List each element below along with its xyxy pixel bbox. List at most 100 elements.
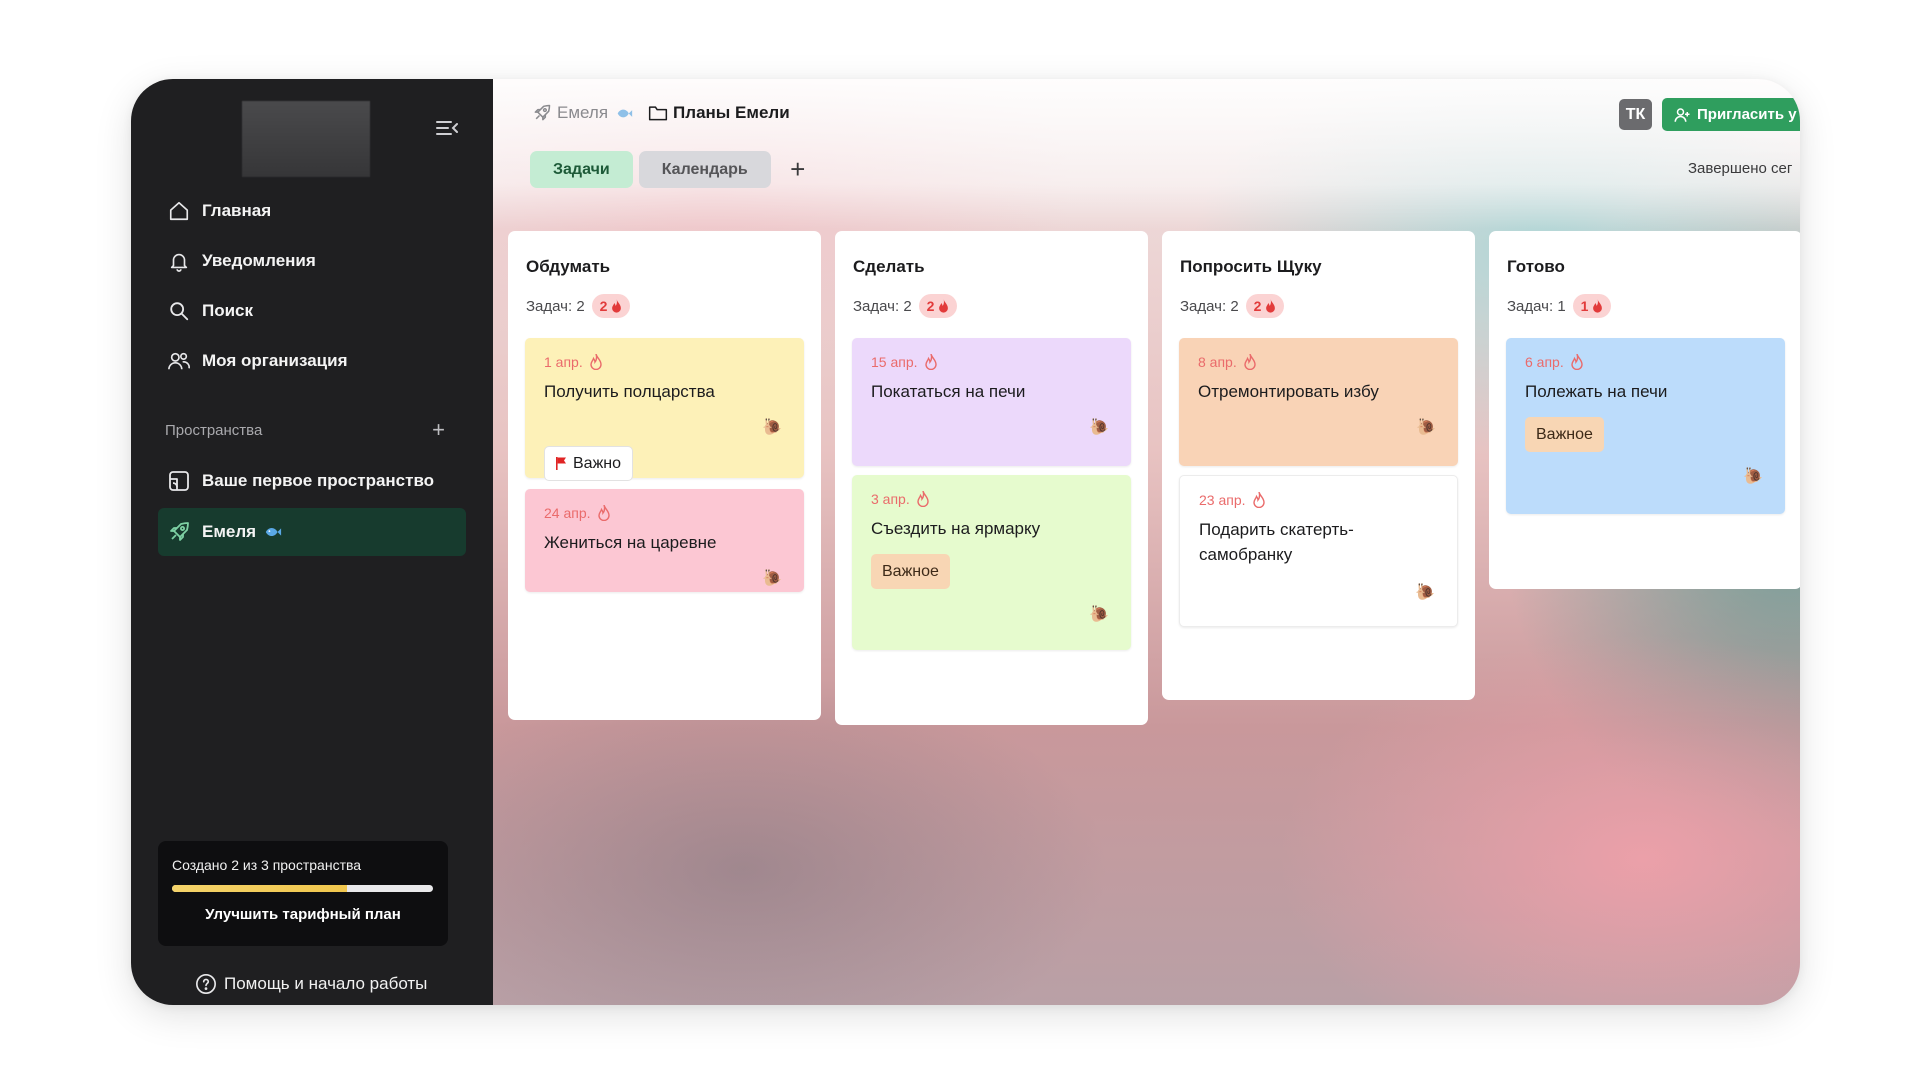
snail-icon: 🐌 [1415, 584, 1435, 601]
invite-button[interactable]: Пригласить у [1662, 98, 1800, 131]
home-icon [166, 198, 192, 224]
fire-icon [924, 354, 937, 370]
card-title: Получить полцарства [544, 382, 715, 401]
help-label: Помощь и начало работы [224, 974, 428, 993]
card-date: 6 апр. [1525, 354, 1766, 370]
task-card[interactable]: 6 апр. Полежать на печи Важное 🐌 [1506, 338, 1785, 514]
column-count: Задач: 2 2 [853, 294, 1131, 318]
invite-label: Пригласить у [1697, 106, 1797, 123]
card-date: 15 апр. [871, 354, 1112, 370]
sidebar-item-search[interactable]: Поиск [157, 286, 467, 336]
column-title: Готово [1507, 257, 1565, 276]
sidebar-item-first-space[interactable]: Ваше первое пространство [158, 457, 466, 505]
column-poprosit-shchuku: Попросить Щуку Задач: 2 2 8 апр. Отремон… [1162, 231, 1475, 700]
sidebar-item-emelya[interactable]: Емеля [158, 508, 466, 556]
card-date: 1 апр. [544, 354, 785, 370]
sidebar-item-label: Уведомления [202, 251, 316, 270]
add-user-icon [1673, 106, 1691, 124]
fire-icon [938, 299, 949, 313]
snail-icon: 🐌 [762, 419, 782, 436]
space-label: Ваше первое пространство [202, 471, 435, 490]
spaces-list: Ваше первое пространство Емеля [158, 457, 466, 559]
card-date: 8 апр. [1198, 354, 1439, 370]
search-icon [166, 298, 192, 324]
task-card[interactable]: 8 апр. Отремонтировать избу 🐌 [1179, 338, 1458, 466]
rocket-icon [166, 519, 192, 545]
card-title: Отремонтировать избу [1198, 382, 1379, 401]
collapse-sidebar-icon[interactable] [433, 114, 461, 142]
rocket-icon [531, 102, 553, 124]
task-card[interactable]: 15 апр. Покататься на печи 🐌 [852, 338, 1131, 466]
column-count: Задач: 2 2 [1180, 294, 1458, 318]
help-link[interactable]: Помощь и начало работы [194, 972, 427, 996]
urgent-badge: 2 [1245, 294, 1285, 318]
tab-calendar[interactable]: Календарь [638, 151, 771, 188]
card-date: 23 апр. [1199, 492, 1438, 508]
column-obdumat: Обдумать Задач: 2 2 1 апр. Получить полц… [508, 231, 821, 720]
task-card[interactable]: 1 апр. Получить полцарства 🐌 Важно [525, 338, 804, 481]
column-count: Задач: 2 2 [526, 294, 804, 318]
card-date: 3 апр. [871, 491, 1112, 507]
urgent-count: 2 [1253, 298, 1262, 314]
urgent-badge: 2 [918, 294, 958, 318]
avatar[interactable]: ТК [1619, 99, 1652, 130]
sidebar-item-label: Моя организация [202, 351, 348, 370]
card-title: Полежать на печи [1525, 382, 1668, 401]
card-title: Подарить скатерть-самобранку [1199, 520, 1354, 564]
app-window: Главная Уведомления Поиск Моя организаци… [131, 79, 1800, 1005]
breadcrumb-space[interactable]: Емеля [531, 102, 633, 124]
fire-icon [1252, 492, 1265, 508]
card-title: Жениться на царевне [544, 533, 717, 552]
fire-icon [1592, 299, 1603, 313]
plan-progress-fill [172, 885, 347, 892]
urgent-badge: 2 [591, 294, 631, 318]
view-tabs: Задачи Календарь + [530, 151, 813, 188]
breadcrumb: Емеля Планы Емели [531, 102, 790, 124]
column-title: Попросить Щуку [1180, 257, 1322, 276]
priority-tag: Важно [544, 446, 634, 481]
status-text: Завершено сег [1688, 160, 1793, 177]
space-icon [166, 468, 192, 494]
sidebar-item-organization[interactable]: Моя организация [157, 336, 467, 386]
fire-icon [1244, 354, 1256, 370]
add-space-icon[interactable]: + [432, 419, 445, 441]
spaces-header: Пространства + [165, 419, 445, 441]
main-area: Емеля Планы Емели ТК Пригласить у Задачи… [493, 79, 1800, 1005]
task-count: Задач: 2 [1180, 297, 1239, 315]
fish-icon [616, 107, 633, 120]
task-count: Задач: 1 [1507, 297, 1566, 315]
urgent-badge: 1 [1572, 294, 1612, 318]
column-title: Сделать [853, 257, 925, 276]
urgent-count: 2 [926, 298, 935, 314]
sidebar-item-notifications[interactable]: Уведомления [157, 236, 467, 286]
workspace-logo[interactable] [242, 101, 370, 177]
priority-tag: Важное [871, 554, 950, 589]
card-title: Съездить на ярмарку [871, 519, 1041, 538]
breadcrumb-project[interactable]: Планы Емели [633, 102, 790, 124]
column-gotovo: Готово Задач: 1 1 6 апр. Полежать на печ… [1489, 231, 1800, 589]
task-count: Задач: 2 [526, 297, 585, 315]
card-title: Покататься на печи [871, 382, 1026, 401]
fish-icon [264, 525, 282, 539]
tab-tasks[interactable]: Задачи [530, 151, 633, 188]
card-date: 24 апр. [544, 505, 785, 521]
bell-icon [166, 248, 192, 274]
plan-usage-text: Создано 2 из 3 пространства [172, 857, 362, 873]
task-card[interactable]: 23 апр. Подарить скатерть-самобранку 🐌 [1179, 475, 1458, 627]
snail-icon: 🐌 [1089, 606, 1109, 623]
plan-box: Создано 2 из 3 пространства Улучшить тар… [158, 841, 448, 946]
fire-icon [597, 505, 610, 521]
flag-icon [556, 457, 567, 470]
snail-icon: 🐌 [1416, 419, 1436, 436]
sidebar: Главная Уведомления Поиск Моя организаци… [131, 79, 493, 1005]
upgrade-plan-button[interactable]: Улучшить тарифный план [172, 906, 434, 923]
fire-icon [1571, 354, 1583, 370]
task-card[interactable]: 24 апр. Жениться на царевне 🐌 [525, 489, 804, 592]
space-label: Емеля [202, 522, 257, 541]
sidebar-item-home[interactable]: Главная [157, 186, 467, 236]
add-view-icon[interactable]: + [783, 154, 813, 185]
task-card[interactable]: 3 апр. Съездить на ярмарку Важное 🐌 [852, 475, 1131, 650]
snail-icon: 🐌 [1089, 419, 1109, 436]
priority-tag: Важное [1525, 417, 1604, 452]
fire-icon [917, 491, 929, 507]
